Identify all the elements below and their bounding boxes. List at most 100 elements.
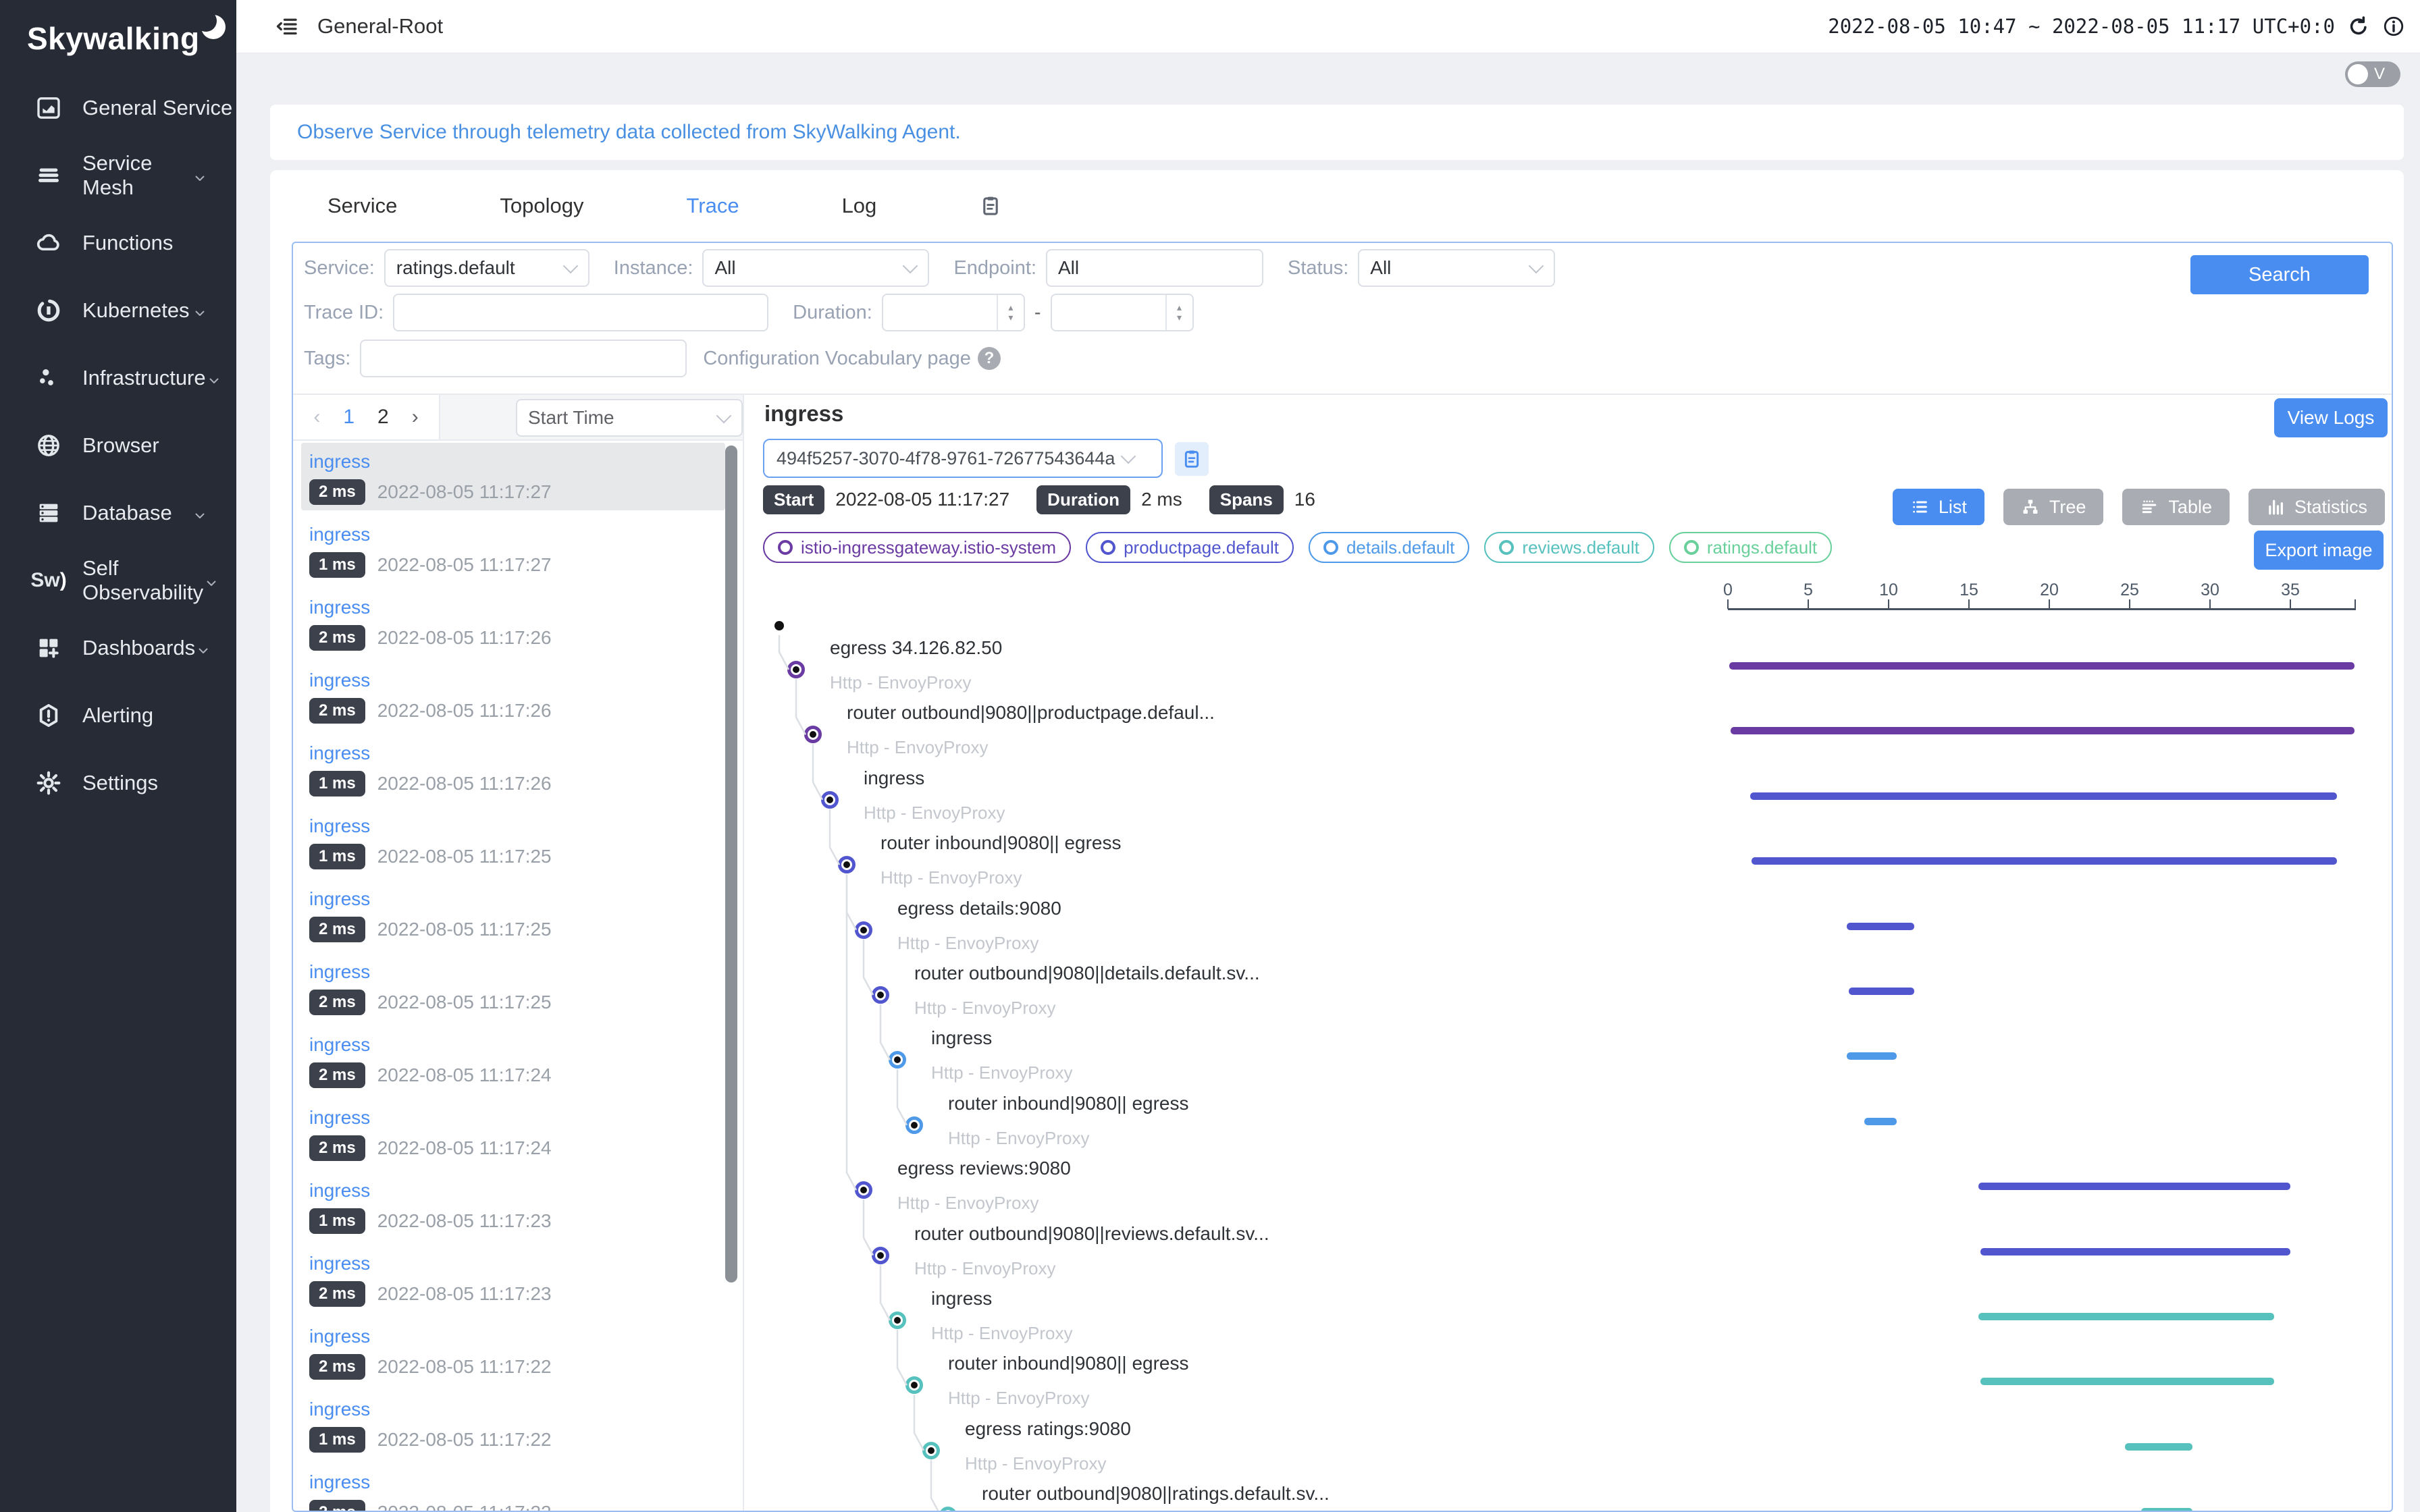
sidebar-item-general-service[interactable]: General Service xyxy=(0,74,236,142)
next-page-icon[interactable]: › xyxy=(412,406,419,429)
sidebar-item-database[interactable]: Database xyxy=(0,479,236,547)
sidebar-item-functions[interactable]: Functions xyxy=(0,209,236,277)
export-image-button[interactable]: Export image xyxy=(2254,531,2384,570)
span-row[interactable]: router outbound|9080||details.default.sv… xyxy=(293,959,2392,1023)
span-duration-bar[interactable] xyxy=(1980,1248,2290,1256)
sidebar-item-alerting[interactable]: Alerting xyxy=(0,682,236,749)
help-icon[interactable]: ? xyxy=(978,347,1001,370)
span-name[interactable]: router outbound|9080||productpage.defaul… xyxy=(847,702,1215,724)
span-duration-bar[interactable] xyxy=(1849,988,1915,995)
span-duration-bar[interactable] xyxy=(1729,662,2355,670)
sidebar-item-settings[interactable]: Settings xyxy=(0,749,236,817)
span-duration-bar[interactable] xyxy=(1847,1052,1897,1060)
trace-name[interactable]: ingress xyxy=(301,589,725,625)
legend-chip-ratings[interactable]: ratings.default xyxy=(1669,532,1832,563)
instance-select[interactable]: All xyxy=(702,249,929,287)
span-duration-bar[interactable] xyxy=(1978,1313,2274,1320)
status-select[interactable]: All xyxy=(1358,249,1555,287)
collapse-menu-icon[interactable] xyxy=(275,14,300,38)
span-row[interactable]: router outbound|9080||reviews.default.sv… xyxy=(293,1219,2392,1284)
span-row[interactable]: ingressHttp - EnvoyProxy xyxy=(293,1023,2392,1088)
search-button[interactable]: Search xyxy=(2190,255,2369,294)
span-row[interactable]: egress details:9080Http - EnvoyProxy xyxy=(293,894,2392,959)
sidebar-item-browser[interactable]: Browser xyxy=(0,412,236,479)
span-name[interactable]: router outbound|9080||reviews.default.sv… xyxy=(914,1223,1269,1245)
span-row[interactable]: router outbound|9080||ratings.default.sv… xyxy=(293,1479,2392,1512)
sidebar-item-kubernetes[interactable]: Kubernetes xyxy=(0,277,236,344)
legend-chip-details[interactable]: details.default xyxy=(1309,532,1469,563)
view-statistics-button[interactable]: Statistics xyxy=(2248,489,2385,525)
span-name[interactable]: egress details:9080 xyxy=(897,898,1061,919)
span-duration-bar[interactable] xyxy=(1847,923,1914,930)
view-list-button[interactable]: List xyxy=(1893,489,1984,525)
span-duration-bar[interactable] xyxy=(1752,857,2338,865)
refresh-icon[interactable] xyxy=(2347,15,2370,38)
view-table-button[interactable]: Table xyxy=(2122,489,2230,525)
span-name[interactable]: ingress xyxy=(864,767,924,789)
sidebar-item-dashboards[interactable]: Dashboards xyxy=(0,614,236,682)
view-tree-button[interactable]: Tree xyxy=(2003,489,2104,525)
span-row[interactable]: ingressHttp - EnvoyProxy xyxy=(293,763,2392,828)
span-row[interactable]: router inbound|9080|| egressHttp - Envoy… xyxy=(293,828,2392,893)
span-name[interactable]: ingress xyxy=(931,1027,992,1049)
span-name[interactable]: router inbound|9080|| egress xyxy=(948,1353,1189,1374)
span-duration-bar[interactable] xyxy=(1750,792,2337,800)
trace-id-input[interactable] xyxy=(393,294,768,331)
span-row[interactable]: egress reviews:9080Http - EnvoyProxy xyxy=(293,1154,2392,1218)
span-duration-bar[interactable] xyxy=(2141,1508,2192,1512)
span-row[interactable]: egress ratings:9080Http - EnvoyProxy xyxy=(293,1414,2392,1479)
legend-chip-istio-ingressgateway[interactable]: istio-ingressgateway.istio-system xyxy=(763,532,1071,563)
span-row[interactable]: router inbound|9080|| egressHttp - Envoy… xyxy=(293,1349,2392,1413)
page-2[interactable]: 2 xyxy=(377,406,389,429)
span-name[interactable]: router inbound|9080|| egress xyxy=(880,832,1122,854)
trace-name[interactable]: ingress xyxy=(301,516,725,552)
span-duration-bar[interactable] xyxy=(1980,1378,2275,1385)
step-up-icon[interactable]: ▴ xyxy=(1008,302,1013,313)
page-1[interactable]: 1 xyxy=(343,406,354,429)
endpoint-input[interactable]: All xyxy=(1046,249,1263,287)
trace-id-select[interactable]: 494f5257-3070-4f78-9761-72677543644a xyxy=(763,439,1163,478)
step-down-icon[interactable]: ▾ xyxy=(1177,313,1182,323)
step-down-icon[interactable]: ▾ xyxy=(1008,313,1013,323)
span-name[interactable]: egress ratings:9080 xyxy=(965,1418,1131,1440)
service-select[interactable]: ratings.default xyxy=(384,249,589,287)
legend-chip-reviews[interactable]: reviews.default xyxy=(1484,532,1654,563)
span-duration-bar[interactable] xyxy=(1731,727,2355,734)
trace-list-item[interactable]: ingress1 ms2022-08-05 11:17:27 xyxy=(301,516,725,583)
sort-select[interactable]: Start Time xyxy=(516,399,743,437)
span-name[interactable]: router outbound|9080||details.default.sv… xyxy=(914,963,1260,984)
tab-service[interactable]: Service xyxy=(327,194,397,218)
span-row[interactable]: router inbound|9080|| egressHttp - Envoy… xyxy=(293,1089,2392,1154)
version-toggle[interactable]: V xyxy=(2345,61,2400,87)
duration-min-input[interactable]: ▴▾ xyxy=(882,294,1025,331)
sidebar-item-infrastructure[interactable]: Infrastructure xyxy=(0,344,236,412)
duration-max-input[interactable]: ▴▾ xyxy=(1051,294,1194,331)
span-name[interactable]: egress reviews:9080 xyxy=(897,1158,1071,1179)
prev-page-icon[interactable]: ‹ xyxy=(313,406,320,429)
time-range[interactable]: 2022-08-05 10:47 ~ 2022-08-05 11:17 UTC+… xyxy=(1828,15,2335,38)
clipboard-tab-icon[interactable] xyxy=(979,194,1002,217)
tab-trace[interactable]: Trace xyxy=(686,194,739,218)
tab-topology[interactable]: Topology xyxy=(500,194,583,218)
span-row[interactable]: egress 34.126.82.50Http - EnvoyProxy xyxy=(293,633,2392,698)
info-icon[interactable] xyxy=(2382,15,2405,38)
legend-chip-productpage[interactable]: productpage.default xyxy=(1086,532,1294,563)
config-vocabulary-link[interactable]: Configuration Vocabulary page xyxy=(703,348,971,370)
tags-input[interactable] xyxy=(360,340,687,377)
trace-name[interactable]: ingress xyxy=(301,443,725,479)
span-duration-bar[interactable] xyxy=(1978,1183,2290,1190)
copy-trace-id-button[interactable] xyxy=(1175,442,1209,476)
step-up-icon[interactable]: ▴ xyxy=(1177,302,1182,313)
span-row[interactable]: router outbound|9080||productpage.defaul… xyxy=(293,698,2392,763)
span-name[interactable]: ingress xyxy=(931,1288,992,1310)
span-duration-bar[interactable] xyxy=(2125,1443,2192,1451)
view-logs-button[interactable]: View Logs xyxy=(2274,398,2388,437)
span-duration-bar[interactable] xyxy=(1864,1118,1897,1125)
span-row[interactable]: ingressHttp - EnvoyProxy xyxy=(293,1284,2392,1349)
span-name[interactable]: router inbound|9080|| egress xyxy=(948,1093,1189,1114)
tab-log[interactable]: Log xyxy=(842,194,877,218)
span-name[interactable]: router outbound|9080||ratings.default.sv… xyxy=(982,1483,1330,1505)
sidebar-item-service-mesh[interactable]: Service Mesh xyxy=(0,142,236,209)
number-stepper[interactable]: ▴▾ xyxy=(997,295,1024,330)
number-stepper[interactable]: ▴▾ xyxy=(1165,295,1192,330)
